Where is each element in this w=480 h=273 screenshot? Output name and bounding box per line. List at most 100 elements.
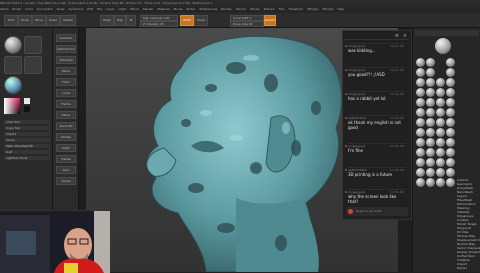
brush-preset-icon[interactable] bbox=[416, 78, 425, 87]
menu-item-stroke[interactable]: Stroke bbox=[250, 7, 260, 11]
menu-item-edit[interactable]: Edit bbox=[87, 7, 93, 11]
menu-item-macro[interactable]: Macro bbox=[130, 7, 139, 11]
menu-item-stencil[interactable]: Stencil bbox=[236, 7, 246, 11]
menu-item-marker[interactable]: Marker bbox=[143, 7, 153, 11]
tool-menu-export[interactable]: Export bbox=[457, 266, 480, 270]
menu-item-draw[interactable]: Draw bbox=[57, 7, 65, 11]
dynamic-button[interactable]: Dynamic bbox=[264, 15, 276, 26]
brush-preset-icon[interactable] bbox=[436, 178, 445, 187]
brush-preset-icon[interactable] bbox=[416, 98, 425, 107]
menu-item-material[interactable]: Material bbox=[157, 7, 169, 11]
menu-item-document[interactable]: Document bbox=[37, 7, 53, 11]
zsub-button[interactable]: Zsub bbox=[194, 15, 208, 26]
view-button-gradient[interactable]: Gradient bbox=[56, 34, 76, 42]
move-button[interactable]: Move bbox=[32, 15, 46, 26]
brush-preset-icon[interactable] bbox=[446, 118, 455, 127]
menu-item-movie[interactable]: Movie bbox=[174, 7, 183, 11]
menu-item-zplugin[interactable]: ZPlugin bbox=[307, 7, 318, 11]
brush-preset-icon[interactable] bbox=[426, 88, 435, 97]
brush-preset-icon[interactable] bbox=[446, 158, 455, 167]
brush-preset-icon[interactable] bbox=[436, 118, 445, 127]
scale-button[interactable]: Scale bbox=[46, 15, 60, 26]
brush-preset-icon[interactable] bbox=[416, 108, 425, 117]
brush-preset-icon[interactable] bbox=[436, 148, 445, 157]
brush-preset-icon[interactable] bbox=[436, 168, 445, 177]
brush-preset-icon[interactable] bbox=[446, 98, 455, 107]
view-button-local[interactable]: Local bbox=[56, 89, 76, 97]
tray-row-lightbox-tools[interactable]: Lightbox Tools bbox=[4, 156, 50, 160]
brush-preset-icon[interactable] bbox=[426, 178, 435, 187]
brush-preset-icon[interactable] bbox=[426, 58, 435, 67]
view-button-xpose[interactable]: Xpose bbox=[56, 177, 76, 185]
view-button-frame[interactable]: Frame bbox=[56, 100, 76, 108]
menu-item-picker[interactable]: Picker bbox=[187, 7, 196, 11]
brush-preset-icon[interactable] bbox=[436, 98, 445, 107]
brush-preset-icon[interactable] bbox=[426, 138, 435, 147]
brush-preset-icon[interactable] bbox=[426, 168, 435, 177]
menu-item-light[interactable]: Light bbox=[118, 7, 126, 11]
reply-box[interactable]: Reply to all chats bbox=[346, 207, 408, 216]
brush-preset-icon[interactable] bbox=[436, 138, 445, 147]
brush-preset-icon[interactable] bbox=[446, 178, 455, 187]
brush-preset-icon[interactable] bbox=[436, 128, 445, 137]
brush-preset-icon[interactable] bbox=[446, 108, 455, 117]
m-button[interactable]: M bbox=[126, 15, 136, 26]
tray-row-copy-tool[interactable]: Copy Tool bbox=[4, 126, 50, 130]
brush-preset-icon[interactable] bbox=[426, 108, 435, 117]
menu-item-zscript[interactable]: ZScript bbox=[323, 7, 334, 11]
brush-preset-icon[interactable] bbox=[436, 78, 445, 87]
alpha-thumbnail[interactable] bbox=[4, 56, 22, 74]
draw-size-slider[interactable]: Draw Size 64 bbox=[230, 21, 264, 27]
filter-icon[interactable]: ≡ bbox=[395, 33, 399, 39]
tray-row-import[interactable]: Import bbox=[4, 132, 50, 136]
z-intensity-slider[interactable]: Z Intensity 25 bbox=[140, 21, 178, 27]
brush-preset-icon[interactable] bbox=[436, 158, 445, 167]
tray-row-clone[interactable]: Clone bbox=[4, 138, 50, 142]
brush-preset-icon[interactable] bbox=[416, 158, 425, 167]
brush-preset-icon[interactable] bbox=[416, 148, 425, 157]
brush-preset-icon[interactable] bbox=[436, 108, 445, 117]
brush-preset-icon[interactable] bbox=[446, 58, 455, 67]
menu-item-texture[interactable]: Texture bbox=[264, 7, 275, 11]
view-button-move[interactable]: Move bbox=[56, 111, 76, 119]
menu-item-color[interactable]: Color bbox=[25, 7, 33, 11]
menu-item-transform[interactable]: Transform bbox=[288, 7, 303, 11]
menu-item-alpha[interactable]: Alpha bbox=[0, 7, 9, 11]
tray-row-load-tool[interactable]: Load Tool bbox=[4, 120, 50, 124]
brush-preset-icon[interactable] bbox=[426, 68, 435, 77]
material-thumbnail[interactable] bbox=[4, 76, 22, 94]
view-button-polyf[interactable]: PolyF bbox=[56, 144, 76, 152]
rotate-button[interactable]: Rotate bbox=[60, 15, 76, 26]
view-button-alternate[interactable]: Alternate bbox=[56, 56, 76, 64]
current-brush-icon[interactable] bbox=[435, 38, 451, 54]
menu-item-brush[interactable]: Brush bbox=[13, 7, 22, 11]
close-icon[interactable]: × bbox=[403, 33, 407, 39]
reply-input[interactable]: Reply to all chats bbox=[356, 207, 382, 216]
view-button-solo[interactable]: Solo bbox=[56, 166, 76, 174]
menu-item-preferences[interactable]: Preferences bbox=[199, 7, 217, 11]
secondary-color-swatch[interactable] bbox=[24, 106, 30, 112]
brush-preset-icon[interactable] bbox=[416, 128, 425, 137]
view-button-transp[interactable]: Transp bbox=[56, 155, 76, 163]
tray-row-goz[interactable]: GoZ bbox=[4, 150, 50, 154]
brush-preset-icon[interactable] bbox=[446, 128, 455, 137]
menu-item-layer[interactable]: Layer bbox=[106, 7, 114, 11]
brush-preset-icon[interactable] bbox=[426, 148, 435, 157]
rgb-button[interactable]: Rgb bbox=[114, 15, 126, 26]
main-color-swatch[interactable] bbox=[24, 98, 30, 104]
brush-preset-icon[interactable] bbox=[426, 98, 435, 107]
brush-preset-icon[interactable] bbox=[416, 68, 425, 77]
zadd-button[interactable]: Zadd bbox=[180, 15, 194, 26]
brush-preset-icon[interactable] bbox=[446, 168, 455, 177]
brush-preset-icon[interactable] bbox=[416, 118, 425, 127]
brush-preset-icon[interactable] bbox=[416, 178, 425, 187]
view-button-persp[interactable]: Persp bbox=[56, 67, 76, 75]
view-button-rotate[interactable]: Rotate bbox=[56, 133, 76, 141]
texture-thumbnail[interactable] bbox=[24, 56, 42, 74]
brush-preset-icon[interactable] bbox=[416, 168, 425, 177]
brush-preset-icon[interactable] bbox=[446, 138, 455, 147]
brush-preset-icon[interactable] bbox=[446, 88, 455, 97]
brush-preset-icon[interactable] bbox=[426, 118, 435, 127]
draw-button[interactable]: Draw bbox=[18, 15, 32, 26]
brush-preset-icon[interactable] bbox=[416, 88, 425, 97]
